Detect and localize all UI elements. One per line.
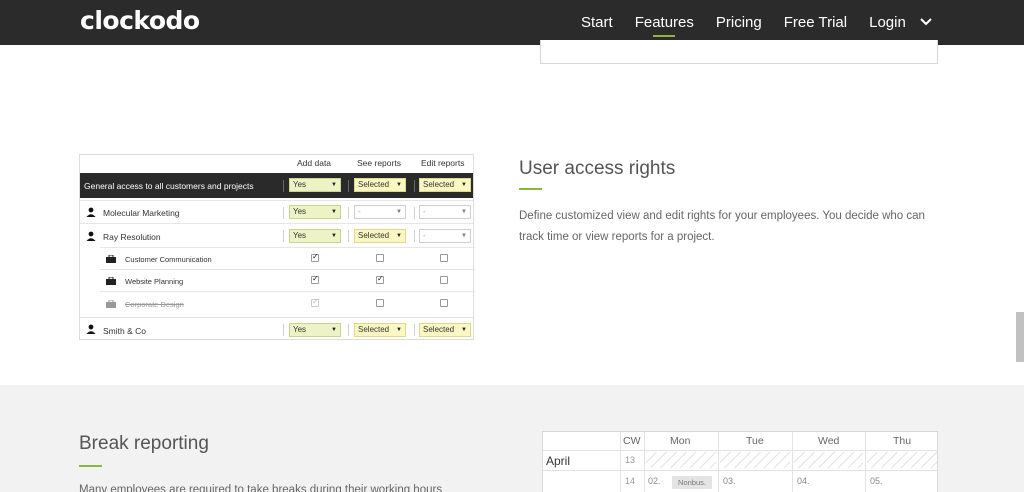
general-access-row: General access to all customers and proj…	[80, 173, 473, 198]
person-icon	[86, 207, 96, 217]
table-header: Add data See reports Edit reports	[80, 155, 473, 173]
break-title: Break reporting	[79, 433, 209, 454]
nav-start[interactable]: Start	[570, 0, 624, 45]
customer-label: Smith & Co	[103, 326, 146, 336]
ray-see-select[interactable]: Selected ▼	[354, 229, 406, 243]
ray-edit-select[interactable]: - ▼	[419, 229, 471, 243]
col-see-reports: See reports	[357, 158, 401, 168]
website-edit-checkbox[interactable]	[440, 276, 448, 284]
general-edit-select[interactable]: Selected ▼	[419, 178, 471, 192]
cal-day-thu: Thu	[893, 435, 912, 447]
communication-add-checkbox[interactable]	[311, 252, 319, 262]
customer-row-smith: Smith & Co Yes ▼ Selected ▼ Selected ▼	[80, 317, 473, 340]
access-rights-table: Add data See reports Edit reports Genera…	[79, 154, 475, 340]
project-label: Customer Communication	[125, 255, 212, 264]
nav-pricing[interactable]: Pricing	[705, 0, 773, 45]
customer-row-molecular: Molecular Marketing Yes ▼ - ▼ - ▼	[80, 200, 473, 223]
molecular-add-select[interactable]: Yes ▼	[289, 205, 341, 219]
nonbusiness-badge: Nonbus.	[672, 476, 712, 489]
molecular-edit-select[interactable]: - ▼	[419, 205, 471, 219]
cal-date: 02.	[648, 476, 661, 486]
break-description: Many employees are required to take brea…	[79, 484, 443, 492]
nav-menu: Start Features Pricing Free Trial Login	[570, 0, 917, 45]
feature-title: User access rights	[519, 158, 676, 179]
chevron-down-icon[interactable]	[918, 14, 934, 30]
general-add-select[interactable]: Yes ▼	[289, 178, 341, 192]
cal-day-wed: Wed	[818, 435, 840, 447]
cal-cw-13: 13	[625, 455, 636, 465]
cal-date: 05.	[870, 476, 883, 486]
project-label: Website Planning	[125, 277, 184, 286]
general-access-label: General access to all customers and proj…	[84, 181, 254, 191]
col-add-data: Add data	[297, 158, 332, 168]
cal-month: April	[546, 454, 571, 468]
cal-day-mon: Mon	[670, 435, 691, 447]
general-see-select[interactable]: Selected ▼	[354, 178, 406, 192]
person-icon	[86, 324, 96, 334]
communication-edit-checkbox[interactable]	[440, 254, 448, 262]
cal-day-tue: Tue	[746, 435, 764, 447]
corporate-see-checkbox[interactable]	[376, 299, 384, 307]
nav-features[interactable]: Features	[624, 0, 705, 45]
project-row-website: Website Planning	[100, 269, 475, 291]
briefcase-icon	[106, 255, 116, 263]
smith-add-select[interactable]: Yes ▼	[289, 323, 341, 337]
corporate-edit-checkbox[interactable]	[440, 299, 448, 307]
customer-label: Ray Resolution	[103, 232, 161, 242]
briefcase-icon	[106, 300, 116, 308]
person-icon	[86, 231, 96, 241]
cal-date: 04.	[797, 476, 810, 486]
website-see-checkbox[interactable]	[376, 274, 384, 284]
ray-add-select[interactable]: Yes ▼	[289, 229, 341, 243]
nav-login[interactable]: Login	[858, 0, 917, 45]
smith-see-select[interactable]: Selected ▼	[354, 323, 406, 337]
project-row-communication: Customer Communication	[100, 247, 475, 269]
top-navbar: clockodo Start Features Pricing Free Tri…	[0, 0, 1024, 45]
cal-cw-head: CW	[623, 435, 641, 447]
communication-see-checkbox[interactable]	[376, 254, 384, 262]
title-accent-line	[79, 465, 102, 467]
break-calendar: CW Mon Tue Wed Thu April 13 14 02. Nonbu…	[542, 431, 938, 492]
customer-label: Molecular Marketing	[103, 208, 180, 218]
project-label: Corporate Design	[125, 300, 184, 309]
briefcase-icon	[106, 277, 116, 285]
page-scrollbar[interactable]	[1016, 312, 1024, 362]
title-accent-line	[519, 188, 542, 190]
col-edit-reports: Edit reports	[421, 158, 465, 168]
clockodo-logo[interactable]: clockodo	[80, 6, 200, 35]
molecular-see-select[interactable]: - ▼	[354, 205, 406, 219]
customer-row-ray: Ray Resolution Yes ▼ Selected ▼ - ▼	[80, 223, 473, 247]
corporate-add-checkbox	[311, 297, 319, 307]
cal-date: 03.	[723, 476, 736, 486]
smith-edit-select[interactable]: Selected ▼	[419, 323, 471, 337]
project-row-corporate: Corporate Design	[100, 291, 475, 317]
website-add-checkbox[interactable]	[311, 274, 319, 284]
feature-description: Define customized view and edit rights f…	[519, 210, 925, 243]
screenshot-frame-bottom	[540, 40, 938, 64]
nav-free-trial[interactable]: Free Trial	[773, 0, 858, 45]
cal-cw-14: 14	[625, 476, 636, 486]
